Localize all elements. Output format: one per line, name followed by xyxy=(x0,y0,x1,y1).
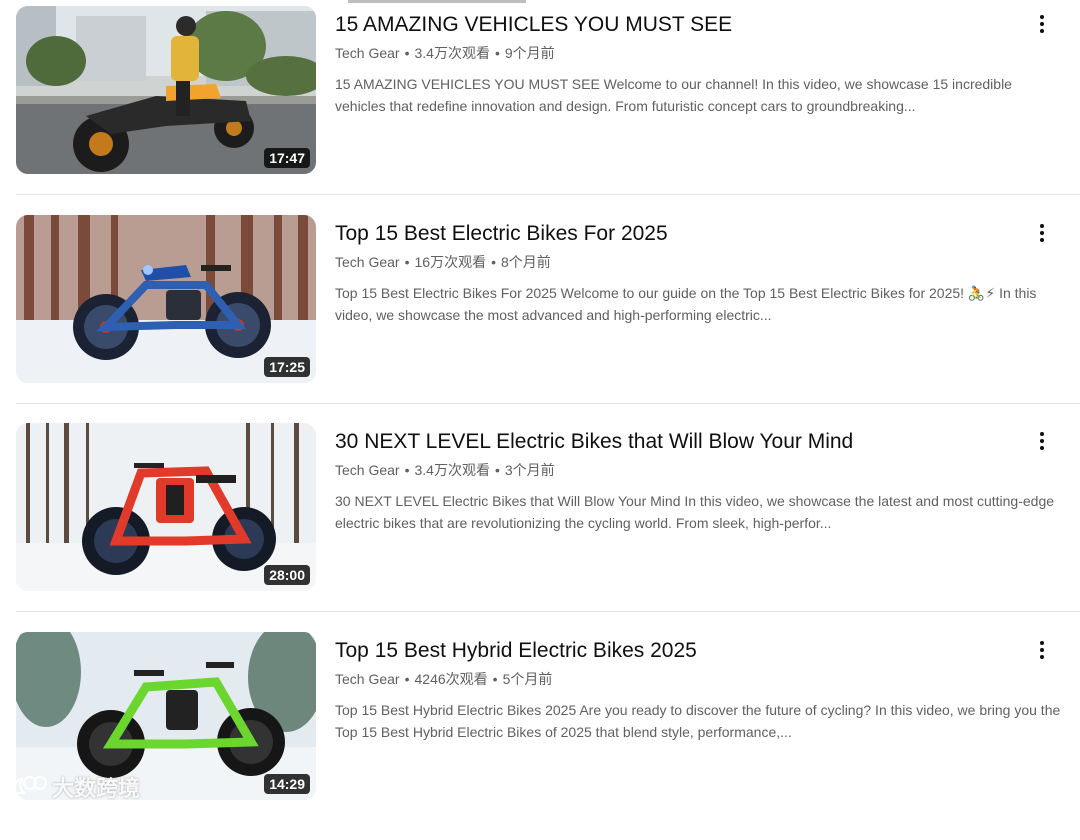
video-row[interactable]: 17:47 15 AMAZING VEHICLES YOU MUST SEE T… xyxy=(0,6,1080,214)
more-actions-icon[interactable] xyxy=(1030,221,1054,245)
video-duration: 14:29 xyxy=(264,774,310,794)
video-thumbnail[interactable]: 17:25 xyxy=(16,215,316,383)
video-row[interactable]: 28:00 30 NEXT LEVEL Electric Bikes that … xyxy=(0,423,1080,631)
byline-separator: • xyxy=(494,45,500,61)
video-duration: 17:25 xyxy=(264,357,310,377)
upload-age: 5个月前 xyxy=(502,671,553,687)
video-title[interactable]: Top 15 Best Hybrid Electric Bikes 2025 xyxy=(335,636,1070,666)
watermark-text: 大数跨境 xyxy=(52,776,141,801)
video-byline: Tech Gear • 4246次观看 • 5个月前 xyxy=(335,669,1070,689)
view-count: 3.4万次观看 xyxy=(414,45,490,61)
video-thumbnail[interactable]: 28:00 xyxy=(16,423,316,591)
video-title[interactable]: 30 NEXT LEVEL Electric Bikes that Will B… xyxy=(335,427,1070,457)
video-description: 30 NEXT LEVEL Electric Bikes that Will B… xyxy=(335,493,1055,531)
byline-separator: • xyxy=(404,45,410,61)
active-tab-indicator xyxy=(348,0,526,3)
watermark: 大数跨境 xyxy=(8,772,140,802)
video-meta: 15 AMAZING VEHICLES YOU MUST SEE Tech Ge… xyxy=(335,6,1070,117)
channel-name[interactable]: Tech Gear xyxy=(335,671,400,687)
view-count: 16万次观看 xyxy=(414,254,487,270)
channel-name[interactable]: Tech Gear xyxy=(335,45,400,61)
more-actions-icon[interactable] xyxy=(1030,12,1054,36)
more-actions-icon[interactable] xyxy=(1030,638,1054,662)
video-title[interactable]: Top 15 Best Electric Bikes For 2025 xyxy=(335,219,1070,249)
upload-age: 8个月前 xyxy=(500,254,551,270)
view-count: 3.4万次观看 xyxy=(414,462,490,478)
channel-name[interactable]: Tech Gear xyxy=(335,462,400,478)
upload-age: 9个月前 xyxy=(504,45,555,61)
row-divider xyxy=(16,403,1080,404)
row-divider xyxy=(16,194,1080,195)
video-description: Top 15 Best Hybrid Electric Bikes 2025 A… xyxy=(335,702,1061,740)
video-meta: 30 NEXT LEVEL Electric Bikes that Will B… xyxy=(335,423,1070,534)
video-byline: Tech Gear • 3.4万次观看 • 9个月前 xyxy=(335,43,1070,63)
byline-separator: • xyxy=(494,462,500,478)
view-count: 4246次观看 xyxy=(414,671,488,687)
video-row[interactable]: 14:29 Top 15 Best Hybrid Electric Bikes … xyxy=(0,632,1080,840)
video-description: 15 AMAZING VEHICLES YOU MUST SEE Welcome… xyxy=(335,76,1012,114)
row-divider xyxy=(16,611,1080,612)
byline-separator: • xyxy=(404,254,410,270)
byline-separator: • xyxy=(404,671,410,687)
watermark-logo-icon xyxy=(12,776,47,794)
video-byline: Tech Gear • 16万次观看 • 8个月前 xyxy=(335,252,1070,272)
byline-separator: • xyxy=(404,462,410,478)
video-meta: Top 15 Best Hybrid Electric Bikes 2025 T… xyxy=(335,632,1070,743)
video-meta: Top 15 Best Electric Bikes For 2025 Tech… xyxy=(335,215,1070,326)
video-thumbnail[interactable]: 17:47 xyxy=(16,6,316,174)
video-duration: 28:00 xyxy=(264,565,310,585)
channel-name[interactable]: Tech Gear xyxy=(335,254,400,270)
video-byline: Tech Gear • 3.4万次观看 • 3个月前 xyxy=(335,460,1070,480)
more-actions-icon[interactable] xyxy=(1030,429,1054,453)
video-description: Top 15 Best Electric Bikes For 2025 Welc… xyxy=(335,285,1037,323)
upload-age: 3个月前 xyxy=(504,462,555,478)
video-row[interactable]: 17:25 Top 15 Best Electric Bikes For 202… xyxy=(0,215,1080,423)
video-duration: 17:47 xyxy=(264,148,310,168)
byline-separator: • xyxy=(491,254,496,270)
video-title[interactable]: 15 AMAZING VEHICLES YOU MUST SEE xyxy=(335,10,1070,40)
byline-separator: • xyxy=(492,671,498,687)
